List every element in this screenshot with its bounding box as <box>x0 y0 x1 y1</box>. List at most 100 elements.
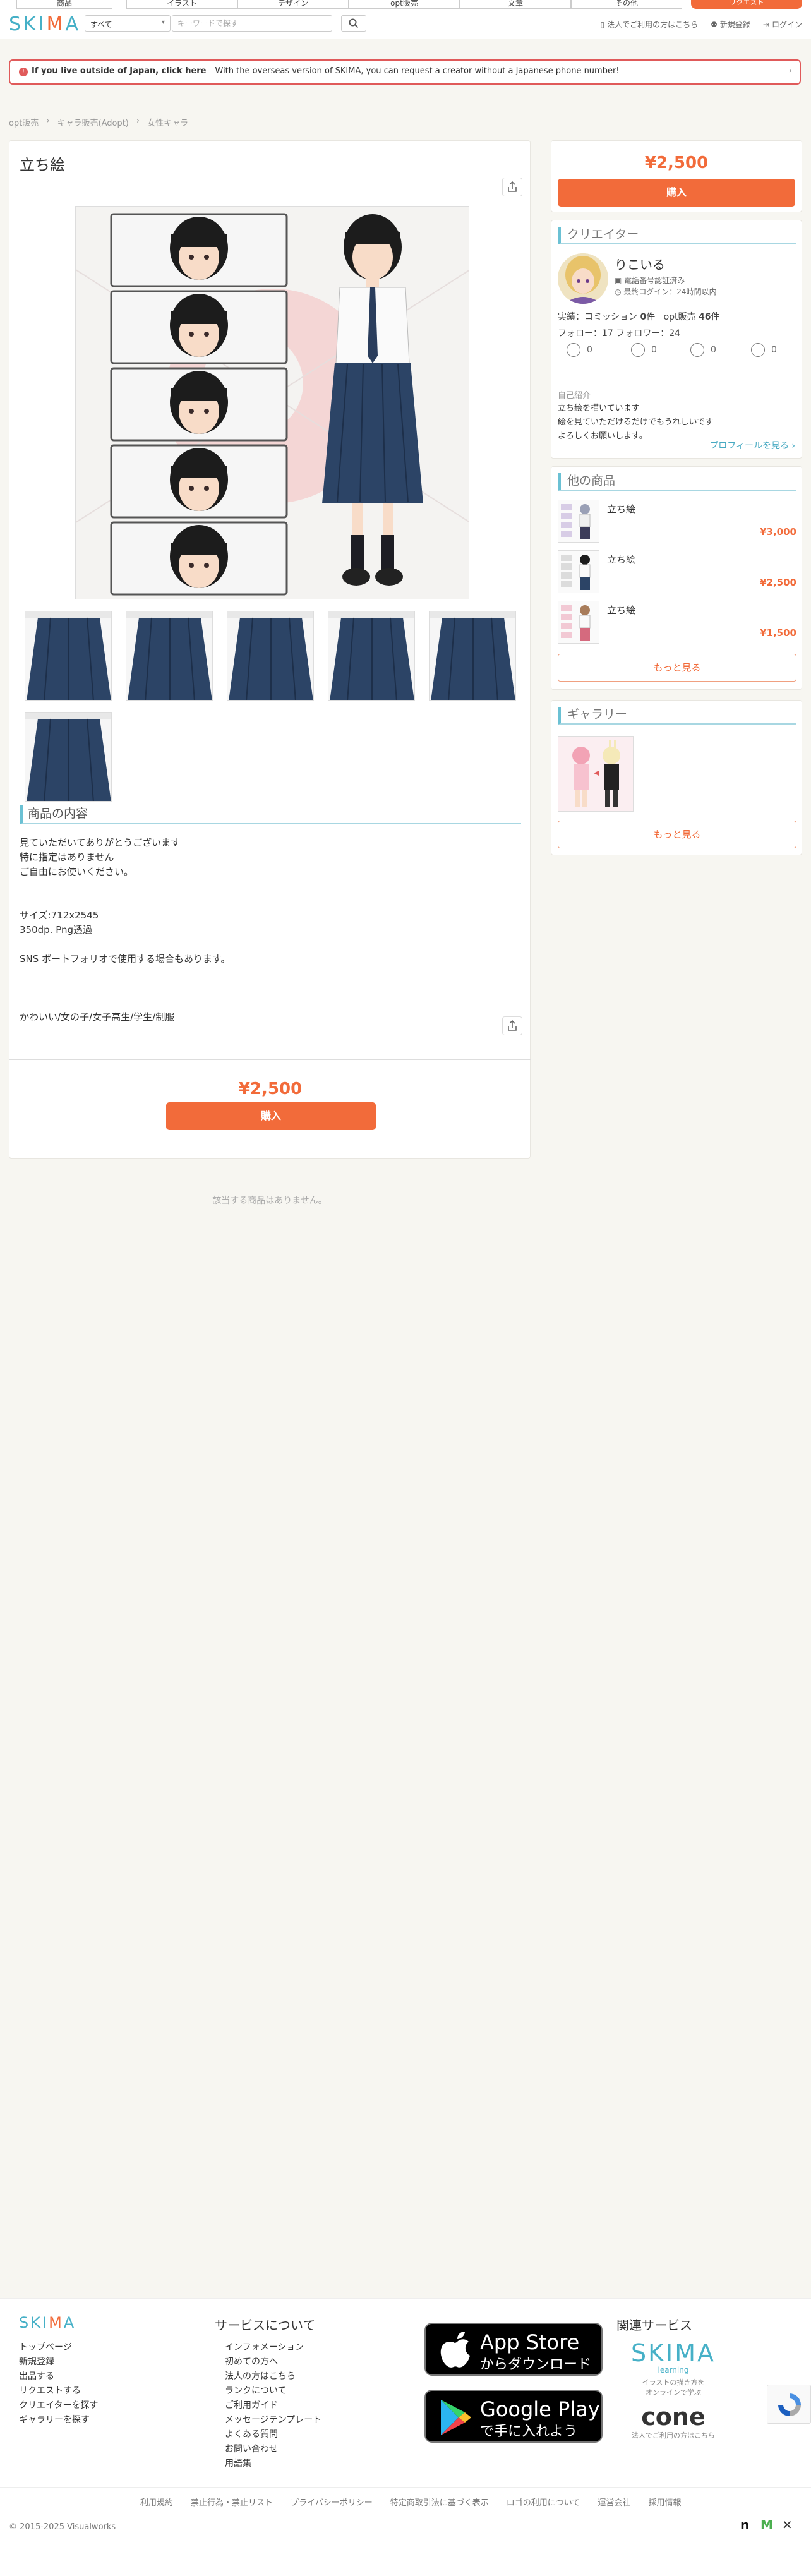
footer-link[interactable]: トップページ <box>19 2340 98 2355</box>
google-play-icon <box>441 2400 471 2435</box>
nav-tab-text[interactable]: 文章 <box>460 0 571 9</box>
footer-bottom-link[interactable]: 利用規約 <box>140 2496 173 2508</box>
thumbnail[interactable] <box>25 611 112 701</box>
nav-tab-other[interactable]: その他 <box>571 0 682 9</box>
description-line: サイズ:712x2545 <box>20 910 99 921</box>
skima-learning-link[interactable]: SKIMA learning イラストの描き方を オンラインで学ぶ <box>629 2340 718 2397</box>
footer-link[interactable]: お問い合わせ <box>225 2442 321 2457</box>
more-products-button[interactable]: もっと見る <box>558 654 796 682</box>
thumbnail-image <box>430 611 515 700</box>
google-play-big: Google Play <box>480 2397 600 2421</box>
footer-logo[interactable]: SKIMA <box>19 2314 76 2332</box>
banner-text: With the overseas version of SKIMA, you … <box>215 66 620 76</box>
footer-link[interactable]: ご利用ガイド <box>225 2398 321 2413</box>
other-product-title: 立ち絵 <box>607 503 636 515</box>
description-line <box>20 937 512 952</box>
footer-bottom-link[interactable]: プライバシーポリシー <box>291 2496 373 2508</box>
footer-bottom-link[interactable]: 禁止行為・禁止リスト <box>191 2496 273 2508</box>
other-product-image <box>558 500 599 542</box>
creator-name[interactable]: りこいる <box>615 255 665 273</box>
thumbnail-image <box>328 611 414 700</box>
skima-learning-logo: SKIMA <box>630 2339 716 2367</box>
niconico-icon[interactable]: M <box>760 2517 773 2532</box>
footer-main-links: トップページ 新規登録 出品する リクエストする クリエイターを探す ギャラリー… <box>19 2340 98 2428</box>
divider <box>0 2487 811 2488</box>
thumbnail-image <box>25 713 111 801</box>
buy-button-side[interactable]: 購入 <box>558 179 795 207</box>
nav-tab-illust[interactable]: イラスト <box>126 0 237 9</box>
footer-link[interactable]: インフォメーション <box>225 2340 321 2355</box>
description-line: ご自由にお使いください。 <box>20 866 134 877</box>
creator-box: クリエイター りこいる ▣ 電話番号認証済み ◷ 最終ログイン：24時間以内 実… <box>551 220 802 459</box>
recaptcha-badge <box>767 2385 811 2424</box>
footer-link[interactable]: クリエイターを探す <box>19 2398 98 2413</box>
google-play-button[interactable]: Google Play で手に入れよう <box>424 2390 603 2443</box>
building-icon: ▯ <box>600 20 605 29</box>
product-main-image[interactable] <box>75 206 469 599</box>
warning-icon: ! <box>19 68 28 76</box>
thumbnail[interactable] <box>429 611 516 701</box>
share-button-bottom[interactable] <box>502 1016 522 1035</box>
other-product-price: ¥1,500 <box>760 627 796 639</box>
register-link[interactable]: ⚉ 新規登録 <box>711 19 750 30</box>
footer-link[interactable]: よくある質問 <box>225 2428 321 2442</box>
thumbnail[interactable] <box>126 611 213 701</box>
overseas-banner[interactable]: ! If you live outside of Japan, click her… <box>9 59 801 85</box>
thumbnail-image <box>25 611 111 700</box>
other-product-item[interactable]: 立ち絵 ¥3,000 <box>558 500 796 543</box>
cone-link[interactable]: cone 法人でご利用の方はこちら <box>629 2404 718 2440</box>
footer-link[interactable]: 用語集 <box>225 2457 321 2471</box>
banner-bold: If you live outside of Japan, click here <box>32 66 207 76</box>
avatar[interactable] <box>558 253 608 304</box>
more-gallery-button[interactable]: もっと見る <box>558 821 796 848</box>
footer-bottom-link[interactable]: 運営会社 <box>598 2496 630 2508</box>
share-button[interactable] <box>502 178 522 196</box>
thumbnail[interactable] <box>328 611 415 701</box>
gallery-heading: ギャラリー <box>558 707 796 725</box>
x-twitter-icon[interactable]: ✕ <box>782 2517 793 2532</box>
footer-link[interactable]: 新規登録 <box>19 2355 98 2369</box>
footer-link[interactable]: リクエストする <box>19 2384 98 2398</box>
category-select[interactable]: すべて ▾ <box>85 15 171 32</box>
phone-verified: ▣ 電話番号認証済み <box>615 275 685 286</box>
app-store-button[interactable]: App Store からダウンロード <box>424 2323 603 2376</box>
product-title: 立ち絵 <box>20 156 65 174</box>
thumbnail[interactable] <box>227 611 314 701</box>
gallery-thumbnail[interactable] <box>558 736 634 812</box>
footer-bottom-link[interactable]: 採用情報 <box>648 2496 681 2508</box>
other-product-item[interactable]: 立ち絵 ¥2,500 <box>558 550 796 593</box>
nav-tab-opt[interactable]: opt販売 <box>349 0 460 9</box>
breadcrumb-item[interactable]: キャラ販売(Adopt) <box>57 116 129 128</box>
request-button[interactable]: リクエスト <box>691 0 802 9</box>
footer-link[interactable]: メッセージテンプレート <box>225 2413 321 2428</box>
search-input[interactable] <box>172 15 332 32</box>
footer-bottom-link[interactable]: ロゴの利用について <box>507 2496 580 2508</box>
search-button[interactable] <box>341 15 366 32</box>
other-products-box: 他の商品 立ち絵 ¥3,000 立ち絵 ¥2,500 立ち絵 ¥1,500 もっ… <box>551 466 802 690</box>
description-line <box>20 894 512 908</box>
breadcrumb: opt販売 › キャラ販売(Adopt) › 女性キャラ <box>9 116 188 128</box>
footer-bottom-link[interactable]: 特定商取引法に基づく表示 <box>390 2496 489 2508</box>
footer-link[interactable]: ランクについて <box>225 2384 321 2398</box>
nav-tab-products[interactable]: 商品 <box>16 0 112 9</box>
corporate-link[interactable]: ▯ 法人でご利用の方はこちら <box>601 19 699 30</box>
footer-link[interactable]: ギャラリーを探す <box>19 2413 98 2428</box>
gallery-image <box>558 737 633 811</box>
site-logo[interactable]: SKIMA <box>9 14 81 35</box>
other-product-image <box>558 551 599 593</box>
view-profile-link[interactable]: プロフィールを見る › <box>709 439 795 452</box>
breadcrumb-item[interactable]: opt販売 <box>9 116 39 128</box>
breadcrumb-item[interactable]: 女性キャラ <box>147 116 188 128</box>
login-link[interactable]: ⇥ ログイン <box>763 19 802 30</box>
thumbnail[interactable] <box>25 712 112 802</box>
buy-button-bottom[interactable]: 購入 <box>166 1102 376 1130</box>
note-icon[interactable]: n <box>740 2517 749 2532</box>
nav-tab-design[interactable]: デザイン <box>237 0 349 9</box>
footer-link[interactable]: 法人の方はこちら <box>225 2369 321 2384</box>
satisfied-face-icon <box>631 343 645 357</box>
footer-link[interactable]: 出品する <box>19 2369 98 2384</box>
description-line <box>20 996 512 1010</box>
other-product-item[interactable]: 立ち絵 ¥1,500 <box>558 601 796 644</box>
footer-link[interactable]: 初めての方へ <box>225 2355 321 2369</box>
cone-logo: cone <box>641 2403 706 2431</box>
